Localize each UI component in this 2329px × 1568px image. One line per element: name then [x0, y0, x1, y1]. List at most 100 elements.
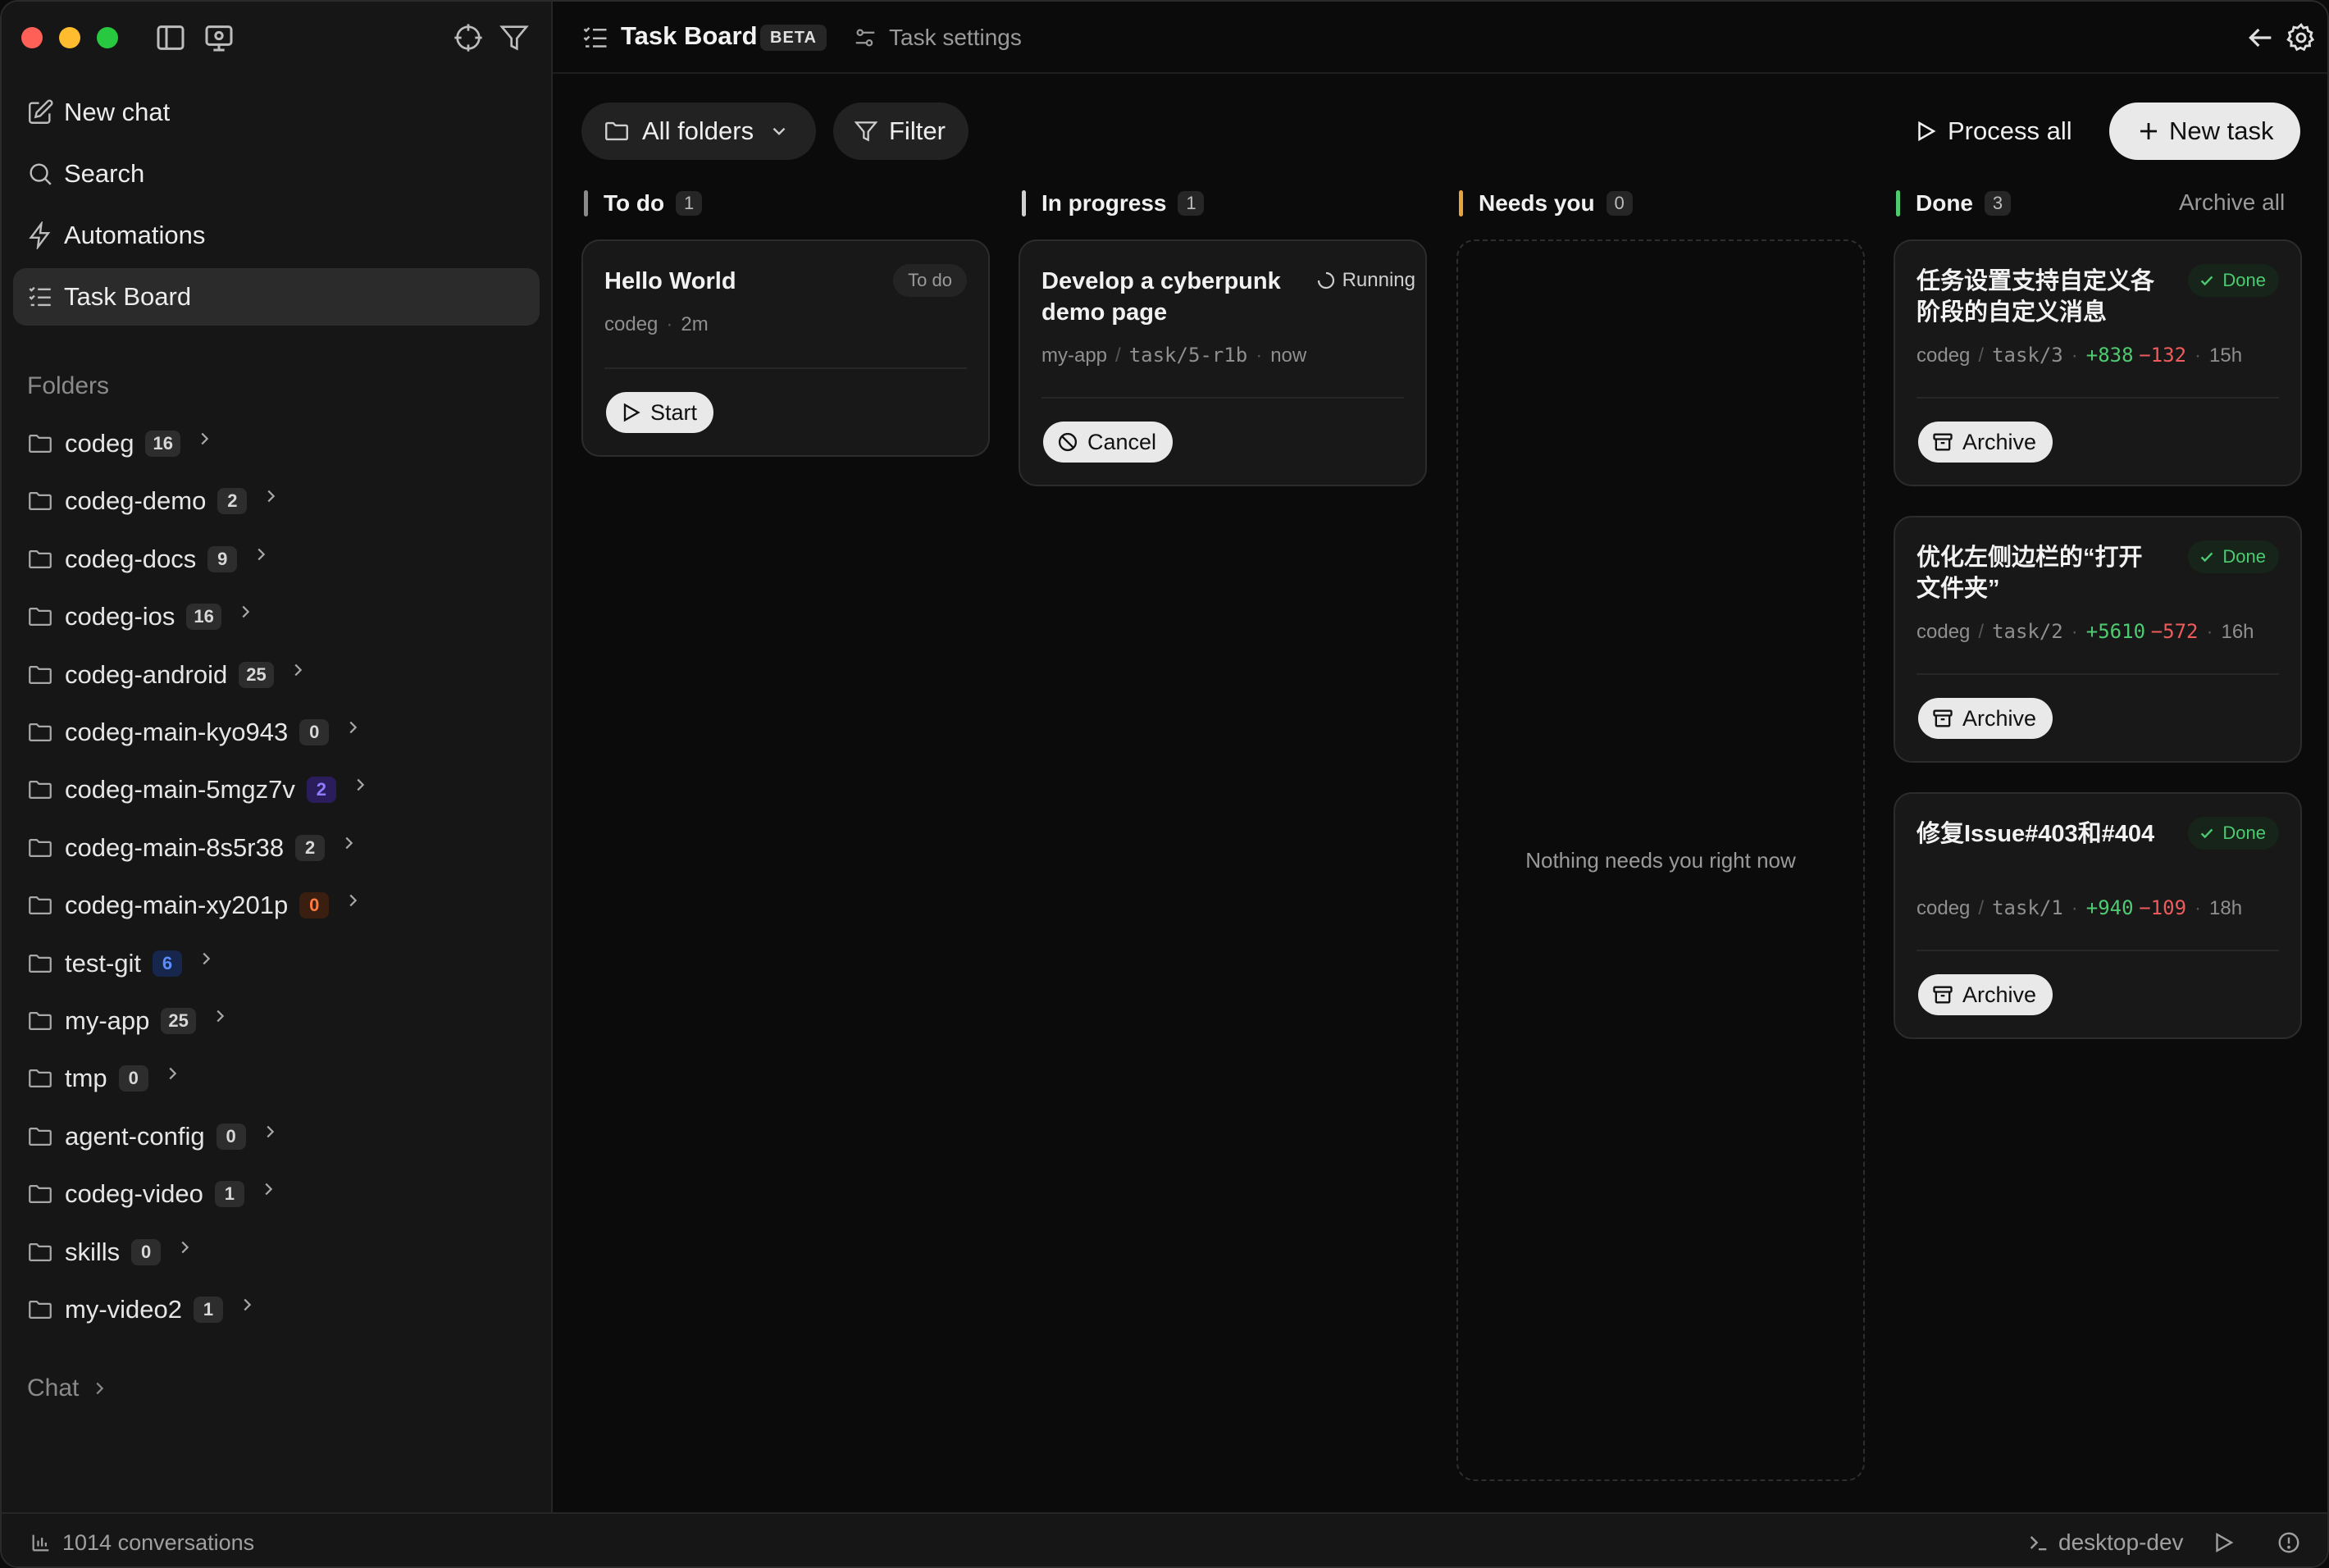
folder-item[interactable]: agent-config 0 [26, 1116, 299, 1157]
task-time: 2m [681, 313, 709, 335]
column-count: 1 [1178, 191, 1205, 216]
conversation-count[interactable]: 1014 conversations [30, 1528, 254, 1557]
card-divider [1917, 673, 2279, 675]
close-window-button[interactable] [21, 27, 43, 48]
status-bar: 1014 conversations desktop-dev [2, 1512, 2327, 1566]
all-folders-dropdown[interactable]: All folders [581, 103, 816, 160]
cancel-button[interactable]: Cancel [1043, 422, 1174, 463]
sidebar-toggle-icon[interactable] [154, 21, 187, 54]
folder-name: my-video2 [65, 1295, 182, 1324]
task-card[interactable]: 任务设置支持自定义各阶段的自定义消息 Done codeg / task/3 · +838 … [1894, 239, 2302, 486]
nav-automations[interactable]: Automations [13, 207, 540, 264]
status-badge: Done [2188, 264, 2279, 297]
info-icon[interactable] [2277, 1530, 2301, 1555]
sidebar: New chat Search Automations Task Board F… [2, 2, 553, 1512]
folder-item[interactable]: skills 0 [26, 1232, 214, 1273]
task-meta: my-app / task/5-r1b · now [1041, 344, 1307, 367]
column-title: Needs you [1479, 190, 1595, 216]
nav-new-chat[interactable]: New chat [13, 84, 540, 141]
archive-button[interactable]: Archive [1918, 422, 2053, 463]
play-icon[interactable] [2211, 1530, 2236, 1555]
plus-icon [2136, 119, 2161, 144]
folder-item[interactable]: my-video2 1 [26, 1289, 276, 1330]
new-task-button[interactable]: New task [2109, 103, 2300, 160]
ban-icon [1056, 431, 1079, 454]
crosshair-icon[interactable] [452, 21, 485, 54]
archive-button[interactable]: Archive [1918, 698, 2053, 739]
gear-icon[interactable] [2285, 21, 2318, 54]
monitor-icon[interactable] [203, 21, 235, 54]
filter-icon [853, 118, 879, 144]
folder-icon [26, 834, 54, 862]
folder-count-badge: 2 [295, 834, 326, 861]
task-card[interactable]: 修复Issue#403和#404 Done codeg / task/1 · +940 −1… [1894, 792, 2302, 1039]
folder-name: skills [65, 1237, 121, 1266]
environment-selector[interactable]: desktop-dev [2027, 1528, 2184, 1557]
folder-item[interactable]: codeg-main-5mgz7v 2 [26, 769, 390, 810]
folder-icon [603, 117, 631, 145]
archive-button[interactable]: Archive [1918, 974, 2053, 1015]
play-icon [619, 401, 642, 424]
task-card[interactable]: Hello World To do codeg · 2m Start [581, 239, 990, 457]
status-label: Done [2222, 270, 2266, 290]
folder-item[interactable]: codeg-main-8s5r38 2 [26, 827, 378, 868]
folder-name: codeg-android [65, 659, 228, 689]
folder-count-badge: 0 [299, 892, 330, 919]
task-meta: codeg / task/2 · +5610 −572 · 16h [1917, 620, 2254, 643]
needs-you-dropzone: Nothing needs you right now [1456, 239, 1865, 1481]
filter-button[interactable]: Filter [833, 103, 969, 160]
folder-count-badge: 0 [299, 719, 330, 745]
process-all-button[interactable]: Process all [1913, 103, 2072, 160]
chevron-right-icon [262, 487, 289, 515]
task-meta: codeg / task/3 · +838 −132 · 15h [1917, 344, 2243, 367]
folder-item[interactable]: codeg-android 25 [26, 654, 327, 695]
folder-name: codeg-ios [65, 602, 175, 631]
start-button[interactable]: Start [606, 392, 714, 433]
chevron-right-icon [340, 834, 367, 862]
check-icon [2198, 824, 2216, 842]
task-card[interactable]: 优化左侧边栏的“打开文件夹” Done codeg / task/2 · +5610 −57… [1894, 516, 2302, 763]
folder-icon [26, 1238, 54, 1266]
folder-icon [26, 1180, 54, 1208]
arrow-left-icon[interactable] [2244, 21, 2277, 54]
task-folder: codeg [1917, 344, 1971, 367]
minimize-window-button[interactable] [59, 27, 80, 48]
status-badge: To do [893, 264, 967, 297]
nav-label: Task Board [64, 282, 192, 311]
folder-item[interactable]: codeg-main-xy201p 0 [26, 885, 382, 926]
chat-section-toggle[interactable]: Chat [27, 1374, 108, 1402]
folder-count-badge: 2 [217, 488, 248, 515]
folder-count-badge: 6 [153, 950, 183, 977]
chevron-right-icon [90, 1379, 108, 1397]
terminal-icon [2027, 1531, 2050, 1554]
folder-count-badge: 0 [216, 1123, 246, 1150]
folder-item[interactable]: test-git 6 [26, 943, 235, 984]
folder-icon [26, 1296, 54, 1324]
archive-all-link[interactable]: Archive all [2179, 189, 2285, 216]
chevron-right-icon [259, 1180, 287, 1208]
folder-item[interactable]: codeg-demo 2 [26, 481, 300, 522]
folder-item[interactable]: codeg-main-kyo943 0 [26, 712, 382, 753]
maximize-window-button[interactable] [97, 27, 118, 48]
nav-search[interactable]: Search [13, 145, 540, 203]
folder-item[interactable]: codeg-docs 9 [26, 539, 290, 580]
task-card[interactable]: Develop a cyberpunk demo page Running my… [1019, 239, 1427, 486]
folder-item[interactable]: codeg 16 [26, 423, 234, 464]
folder-item[interactable]: my-app 25 [26, 1001, 249, 1042]
column-title: Done [1916, 190, 1973, 216]
folder-item[interactable]: codeg-video 1 [26, 1174, 298, 1215]
archive-box-icon [1931, 431, 1954, 454]
nav-task-board[interactable]: Task Board [13, 268, 540, 326]
chevron-right-icon [163, 1064, 191, 1092]
folder-count-badge: 16 [145, 431, 180, 457]
folder-name: agent-config [65, 1121, 205, 1151]
folder-icon [26, 603, 54, 631]
folder-item[interactable]: tmp 0 [26, 1058, 202, 1099]
bar-chart-icon [30, 1531, 52, 1554]
folder-icon [26, 487, 54, 515]
lines-added: +838 [2085, 344, 2134, 367]
check-icon [2198, 548, 2216, 566]
filter-icon[interactable] [498, 21, 531, 54]
task-settings-link[interactable]: Task settings [853, 20, 1022, 56]
folder-item[interactable]: codeg-ios 16 [26, 596, 275, 637]
